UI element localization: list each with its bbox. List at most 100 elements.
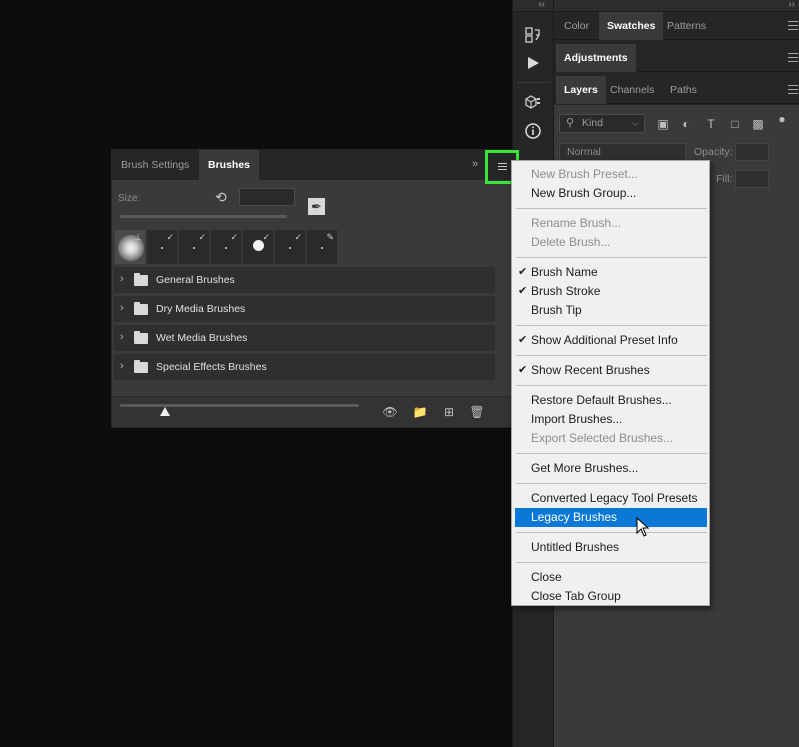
size-input[interactable] [239, 188, 295, 206]
menu-item-label: Show Additional Preset Info [531, 333, 678, 347]
menu-item-delete-brush: Delete Brush... [515, 233, 707, 252]
folder-icon [134, 273, 148, 286]
chevron-right-icon[interactable]: › [120, 302, 124, 314]
brush-group-dry-media[interactable]: › Dry Media Brushes [114, 296, 495, 322]
play-icon[interactable] [521, 52, 545, 74]
panel-menu-icon[interactable] [788, 85, 798, 94]
new-group-folder-icon[interactable]: 📁 [412, 404, 428, 420]
menu-item-label: Restore Default Brushes... [531, 393, 672, 407]
eye-brush-icon[interactable]: 👁 [382, 404, 398, 420]
new-brush-icon[interactable]: ⊞ [441, 404, 457, 420]
shape-filter-icon[interactable]: □ [727, 116, 743, 132]
menu-item-brush-tip[interactable]: Brush Tip [515, 301, 707, 320]
chevron-right-icon[interactable]: › [120, 360, 124, 372]
menu-separator [516, 355, 707, 356]
menu-separator [516, 385, 707, 386]
recent-brush[interactable]: ✓ [275, 230, 306, 264]
kind-label: Kind [582, 117, 604, 129]
menu-item-legacy-brushes[interactable]: Legacy Brushes [515, 508, 707, 527]
collapse-icon[interactable]: ‹‹ [538, 0, 545, 10]
reset-size-icon[interactable]: ⟲ [215, 189, 227, 206]
tab-paths[interactable]: Paths [662, 76, 705, 104]
info-icon[interactable] [521, 120, 545, 142]
menu-item-label: Close Tab Group [531, 589, 621, 603]
menu-item-label: Brush Name [531, 265, 598, 279]
layers-tab-group: Layers Channels Paths [554, 76, 799, 104]
brush-group-wet-media[interactable]: › Wet Media Brushes [114, 325, 495, 351]
dock-collapse-bar[interactable]: ‹‹ [513, 0, 553, 12]
chevron-right-icon[interactable]: › [120, 331, 124, 343]
opacity-input[interactable] [735, 143, 769, 161]
recent-brush[interactable]: ✓ [147, 230, 178, 264]
brushes-panel: Brush Settings Brushes » Size: ⟲ ✒ ⊥ ✓ ✓… [111, 149, 519, 428]
menu-item-brush-stroke[interactable]: ✔ Brush Stroke [515, 282, 707, 301]
recent-brush[interactable]: ✓ [179, 230, 210, 264]
tab-brush-settings[interactable]: Brush Settings [112, 150, 198, 180]
double-chevron-icon[interactable]: » [472, 158, 478, 170]
recent-brushes: ⊥ ✓ ✓ ✓ ✓ ✓ ✎ [115, 230, 339, 264]
tab-patterns[interactable]: Patterns [659, 12, 714, 40]
recent-brush[interactable]: ✎ [307, 230, 338, 264]
size-slider[interactable] [120, 215, 287, 218]
smart-object-filter-icon[interactable]: ▩ [750, 116, 766, 132]
menu-item-import-brushes[interactable]: Import Brushes... [515, 410, 707, 429]
menu-item-label: Close [531, 570, 562, 584]
preview-size-slider[interactable] [120, 404, 359, 407]
blend-mode-select[interactable]: Normal [559, 143, 686, 161]
recent-brush[interactable]: ✓ [211, 230, 242, 264]
slider-knob[interactable] [160, 407, 171, 416]
brush-group-special-effects[interactable]: › Special Effects Brushes [114, 354, 495, 380]
chevron-down-icon: ⌵ [632, 118, 639, 128]
panel-menu-icon[interactable] [788, 21, 798, 30]
tab-channels[interactable]: Channels [602, 76, 662, 104]
menu-separator [516, 483, 707, 484]
chevron-right-icon[interactable]: › [120, 273, 124, 285]
mouse-cursor-icon [636, 516, 650, 540]
pencil-tool-icon: ✎ [326, 232, 334, 242]
menu-item-brush-name[interactable]: ✔ Brush Name [515, 263, 707, 282]
menu-item-close[interactable]: Close [515, 568, 707, 587]
menu-item-new-brush-group[interactable]: New Brush Group... [515, 184, 707, 203]
tab-layers[interactable]: Layers [556, 76, 606, 104]
menu-item-close-tab-group[interactable]: Close Tab Group [515, 587, 707, 606]
tab-swatches[interactable]: Swatches [599, 12, 664, 40]
expand-icon[interactable]: ›› [788, 0, 795, 10]
fill-label: Fill: [716, 173, 733, 185]
brush-tool-icon: ✓ [166, 232, 174, 242]
brush-settings-icon[interactable]: ✒ [308, 198, 325, 215]
menu-item-new-brush-preset: New Brush Preset... [515, 165, 707, 184]
menu-item-label: Import Brushes... [531, 412, 623, 426]
brush-group-name: Wet Media Brushes [156, 332, 248, 344]
brush-group-name: Special Effects Brushes [156, 361, 267, 373]
menu-separator [516, 208, 707, 209]
3d-cube-icon[interactable] [521, 92, 545, 114]
menu-item-show-recent-brushes[interactable]: ✔ Show Recent Brushes [515, 361, 707, 380]
menu-item-get-more-brushes[interactable]: Get More Brushes... [515, 459, 707, 478]
trash-icon[interactable]: 🗑 [469, 404, 485, 420]
checkmark-icon: ✔ [518, 334, 528, 346]
brush-tool-icon: ✓ [198, 232, 206, 242]
layer-kind-filter[interactable]: ⚲ Kind ⌵ [559, 114, 645, 133]
folder-icon [134, 331, 148, 344]
fill-input[interactable] [735, 170, 769, 188]
history-icon[interactable] [521, 24, 545, 46]
brush-group-general[interactable]: › General Brushes [114, 267, 495, 293]
brushes-panel-tabs: Brush Settings Brushes » [112, 150, 519, 184]
filter-toggle-icon[interactable]: ● [774, 111, 790, 127]
menu-item-rename-brush: Rename Brush... [515, 214, 707, 233]
tab-brushes[interactable]: Brushes [199, 150, 260, 180]
type-filter-icon[interactable]: T [703, 116, 719, 132]
tab-color[interactable]: Color [556, 12, 597, 40]
recent-brush-hard-round[interactable]: ✓ [243, 230, 274, 264]
adjustment-filter-icon[interactable]: ◐ [678, 116, 694, 132]
menu-item-untitled-brushes[interactable]: Untitled Brushes [515, 538, 707, 557]
panel-menu-icon[interactable] [788, 53, 798, 62]
tab-adjustments[interactable]: Adjustments [556, 44, 636, 72]
menu-separator [516, 453, 707, 454]
menu-item-converted-legacy-tool-presets[interactable]: Converted Legacy Tool Presets [515, 489, 707, 508]
recent-brush-soft-round[interactable]: ⊥ [115, 230, 146, 264]
image-filter-icon[interactable]: ▣ [655, 116, 671, 132]
menu-item-show-additional-preset-info[interactable]: ✔ Show Additional Preset Info [515, 331, 707, 350]
menu-item-restore-default-brushes[interactable]: Restore Default Brushes... [515, 391, 707, 410]
dock-expand-bar[interactable]: ›› [554, 0, 799, 12]
